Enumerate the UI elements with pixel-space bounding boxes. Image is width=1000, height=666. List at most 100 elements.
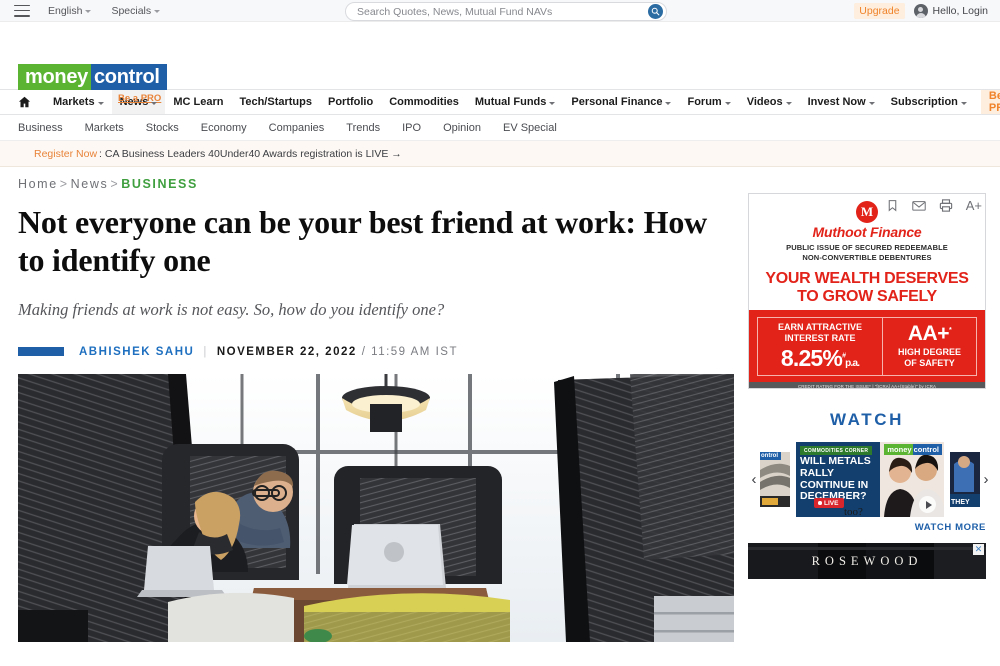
byline-divider: | <box>203 345 208 358</box>
play-icon[interactable] <box>919 496 936 513</box>
logo-control-part: control <box>912 444 942 455</box>
nav-item-portfolio[interactable]: Portfolio <box>320 90 381 114</box>
nav-item-tech-startups[interactable]: Tech/Startups <box>231 90 320 114</box>
author-name[interactable]: ABHISHEK SAHU <box>79 346 194 358</box>
nav-label: Forum <box>687 96 722 108</box>
sidebar-column: Muthoot Finance PUBLIC ISSUE OF SECURED … <box>748 167 989 642</box>
ad-rate-value: 8.25% <box>780 344 843 371</box>
nav-item-commodities[interactable]: Commodities <box>381 90 467 114</box>
chevron-down-icon <box>85 10 92 13</box>
subnav-item-ev-special[interactable]: EV Special <box>503 122 557 134</box>
nav-item-videos[interactable]: Videos <box>739 90 800 114</box>
nav-label: Invest Now <box>807 96 866 108</box>
hamburger-menu-icon[interactable] <box>14 4 30 17</box>
print-icon[interactable] <box>939 199 953 212</box>
chevron-down-icon <box>154 10 161 13</box>
search-bar[interactable] <box>345 2 667 21</box>
live-label: LIVE <box>824 499 839 507</box>
subnav-item-economy[interactable]: Economy <box>201 122 247 134</box>
chevron-down-icon <box>724 101 731 105</box>
mail-icon[interactable] <box>912 199 926 212</box>
subnav-item-trends[interactable]: Trends <box>346 122 380 134</box>
close-icon[interactable]: ✕ <box>973 544 984 555</box>
specials-label: Specials <box>111 4 152 17</box>
nav-label: Tech/Startups <box>239 96 312 108</box>
article-hero-image <box>18 373 734 642</box>
publish-time: / 11:59 AM IST <box>361 345 458 358</box>
article-tools: A+ <box>886 198 982 213</box>
live-dot-icon <box>818 501 822 505</box>
search-input[interactable] <box>357 5 648 18</box>
nav-item-forum[interactable]: Forum <box>679 90 738 114</box>
subnav-item-ipo[interactable]: IPO <box>402 122 421 134</box>
nav-label: Videos <box>746 96 783 108</box>
moneycontrol-logo[interactable]: money control <box>18 64 167 90</box>
watch-thumb-next[interactable]: THEY <box>950 452 980 507</box>
nav-label: Portfolio <box>327 96 374 108</box>
subnav-item-stocks[interactable]: Stocks <box>146 122 179 134</box>
watch-thumb-prev[interactable]: ontrol <box>760 452 790 507</box>
chevron-left-icon[interactable]: ‹ <box>748 471 760 488</box>
nav-item-mutual-funds[interactable]: Mutual Funds <box>467 90 564 114</box>
watch-carousel: ‹ ontrol COMMODITIES CORNER WILL METALS … <box>748 442 989 517</box>
sub-navigation: Business Markets Stocks Economy Companie… <box>0 115 1000 141</box>
home-icon[interactable] <box>18 90 45 114</box>
ad-subtitle-line1: PUBLIC ISSUE OF SECURED REDEEMABLE <box>786 243 948 252</box>
logo-money-part: money <box>884 444 913 455</box>
language-label: English <box>48 4 83 17</box>
nav-label: Subscription <box>890 96 958 108</box>
subnav-item-opinion[interactable]: Opinion <box>443 122 481 134</box>
ad-fineprint-rating: CREDIT RATING FOR THE ISSUE* | "[ICRA] A… <box>749 381 985 388</box>
nav-label: Mutual Funds <box>474 96 547 108</box>
ad-rate-value-row: 8.25%#p.a. <box>760 344 880 371</box>
user-account[interactable]: Hello, Login <box>913 4 988 18</box>
subnav-item-business[interactable]: Business <box>18 122 63 134</box>
search-icon[interactable] <box>648 4 663 19</box>
ad-interest-rate-block: EARN ATTRACTIVE INTEREST RATE 8.25%#p.a. <box>758 318 884 375</box>
watch-featured-thumb[interactable]: COMMODITIES CORNER WILL METALS RALLY CON… <box>796 442 944 517</box>
watch-more-link[interactable]: WATCH MORE <box>748 522 986 533</box>
breadcrumb-news[interactable]: News <box>71 177 109 191</box>
watch-thumb-prev-logo: ontrol <box>760 452 781 460</box>
nav-be-a-pro-button[interactable]: Be a PRO <box>980 90 1000 114</box>
login-label: Hello, Login <box>932 5 988 17</box>
logo-band: money control Be a PRO <box>0 22 1000 104</box>
chevron-down-icon <box>960 101 967 105</box>
subnav-item-markets[interactable]: Markets <box>85 122 124 134</box>
watch-section-title: WATCH <box>829 410 905 429</box>
language-selector[interactable]: English <box>48 4 92 17</box>
article-column: Home > News > BUSINESS Not everyone can … <box>18 167 734 642</box>
ad-subtitle-line2: NON-CONVERTIBLE DEBENTURES <box>802 253 932 263</box>
upgrade-button[interactable]: Upgrade <box>854 3 905 19</box>
ad-rating-label-line1: HIGH DEGREE <box>898 347 962 358</box>
chevron-right-icon[interactable]: › <box>980 471 992 488</box>
breadcrumb-home[interactable]: Home <box>18 177 58 191</box>
announcement-banner[interactable]: Register Now : CA Business Leaders 40Und… <box>0 141 1000 167</box>
watch-thumb-next-label: THEY <box>951 499 970 506</box>
nav-item-invest-now[interactable]: Invest Now <box>800 90 883 114</box>
advertisement-muthoot-finance[interactable]: Muthoot Finance PUBLIC ISSUE OF SECURED … <box>748 193 986 389</box>
specials-menu[interactable]: Specials <box>111 4 161 17</box>
ad-rating-asterisk: * <box>948 327 952 335</box>
watch-carousel-track: ontrol COMMODITIES CORNER WILL METALS RA… <box>760 442 980 517</box>
font-size-toggle[interactable]: A+ <box>966 198 982 213</box>
ad-rate-label-line1: EARN ATTRACTIVE <box>778 322 863 333</box>
subnav-item-companies[interactable]: Companies <box>269 122 325 134</box>
nav-item-subscription[interactable]: Subscription <box>883 90 975 114</box>
muthoot-logo-icon <box>856 201 878 223</box>
nav-item-markets[interactable]: Markets <box>45 90 112 114</box>
page-title: Not everyone can be your best friend at … <box>18 204 708 279</box>
nav-item-personal-finance[interactable]: Personal Finance <box>563 90 679 114</box>
bookmark-icon[interactable] <box>886 199 899 212</box>
breadcrumb-separator: > <box>59 177 69 191</box>
ad-rate-label-line2: INTEREST RATE <box>784 333 856 344</box>
nav-label: Commodities <box>389 96 459 108</box>
logo-fragment: ontrol <box>760 452 781 460</box>
breadcrumb-row: Home > News > BUSINESS <box>18 167 734 201</box>
advertisement-rosewood[interactable]: ROSEWOOD ✕ <box>748 543 986 579</box>
nav-item-mc-learn[interactable]: MC Learn <box>165 90 231 114</box>
announcement-label: Register Now <box>34 147 98 160</box>
chevron-down-icon <box>665 101 672 105</box>
byline: ABHISHEK SAHU | NOVEMBER 22, 2022 / 11:5… <box>18 346 734 358</box>
breadcrumb-separator: > <box>110 177 120 191</box>
